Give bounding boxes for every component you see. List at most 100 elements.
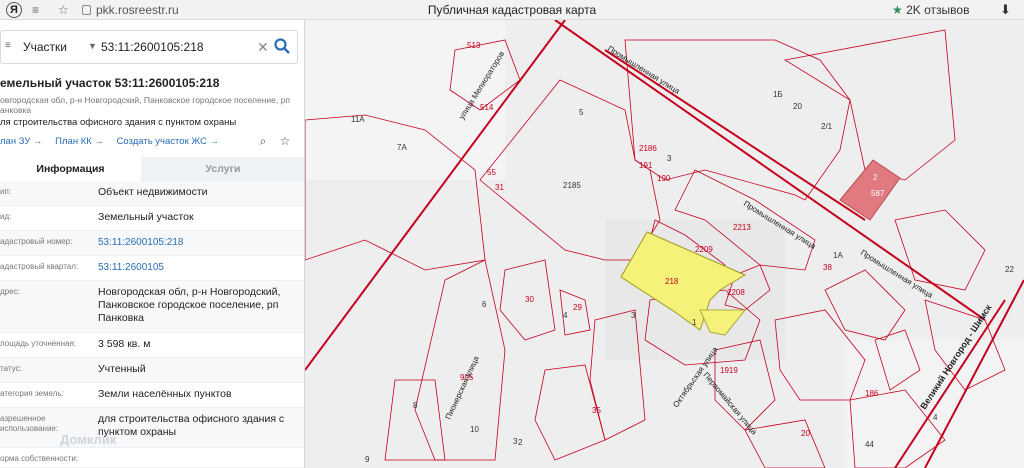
clear-icon[interactable]: ✕ xyxy=(257,39,269,56)
map-label: 55 xyxy=(487,168,496,177)
attribute-key: азрешенное использование: xyxy=(0,414,59,433)
map-label: 587 xyxy=(871,189,885,198)
info-panel: ≡ Участки ▼ ✕ емельный участок 53:11:260… xyxy=(0,20,305,468)
tab-information[interactable]: Информация xyxy=(0,157,141,181)
lock-icon xyxy=(82,5,91,15)
attribute-key: татус: xyxy=(0,364,22,373)
attribute-value[interactable]: 53:11:2600105 xyxy=(98,261,298,274)
search-category[interactable]: Участки xyxy=(23,31,67,63)
download-icon[interactable]: ⬇ xyxy=(1000,2,1011,18)
attribute-row: адастровый номер: 53:11:2600105:218 xyxy=(0,231,304,256)
reviews-text: 2K отзывов xyxy=(906,3,970,17)
watermark: Домклик xyxy=(60,432,117,447)
address-line: анковка xyxy=(0,105,32,115)
link-plan-kk[interactable]: План КК → xyxy=(55,136,104,147)
map-label: 3 xyxy=(631,311,636,320)
map-label: 9 xyxy=(365,455,370,464)
map-label: 20 xyxy=(801,429,810,438)
map-label: 29 xyxy=(573,303,582,312)
search-bar: ≡ Участки ▼ ✕ xyxy=(0,30,298,64)
map-label: 30 xyxy=(525,295,534,304)
map-label: 2185 xyxy=(563,181,581,190)
search-icon[interactable] xyxy=(273,37,291,55)
map-label: 1Б xyxy=(773,90,783,99)
yandex-logo-icon[interactable]: Я xyxy=(6,2,22,18)
map-label: 5 xyxy=(579,108,584,117)
tab-bar: Информация Услуги xyxy=(0,157,304,181)
attribute-row: азрешенное использование: для строительст… xyxy=(0,408,304,448)
address-line: овгородская обл, р-н Новгородский, Панко… xyxy=(0,95,290,105)
attribute-key: ид: xyxy=(0,212,12,221)
map-label: 10 xyxy=(470,425,479,434)
map-label: 4 xyxy=(933,413,938,422)
attribute-key: дрес: xyxy=(0,287,20,296)
parcel-title: емельный участок 53:11:2600105:218 xyxy=(0,76,220,90)
star-icon: ★ xyxy=(892,3,903,17)
document-search-icon[interactable]: ⌕ xyxy=(256,134,270,148)
map-canvas[interactable]: 513511А7А1Б202/1218521861911903221322092… xyxy=(305,20,1024,468)
attribute-row: атегория земель: Земли населённых пунктов xyxy=(0,383,304,408)
map-label: 38 xyxy=(823,263,832,272)
parcel-links: лан ЗУ → План КК → Создать участок ЖС → xyxy=(0,136,229,147)
map-label: 191 xyxy=(639,161,653,170)
map-label: 186 xyxy=(865,389,879,398)
tab-services[interactable]: Услуги xyxy=(141,157,304,181)
attribute-key: адастровый номер: xyxy=(0,237,73,246)
attribute-value: Учтенный xyxy=(98,363,146,375)
attribute-row: татус: Учтенный xyxy=(0,358,304,383)
map-label: 514 xyxy=(480,103,494,112)
map-label: 190 xyxy=(657,174,671,183)
map-label: 2186 xyxy=(639,144,657,153)
map-label: 218 xyxy=(665,277,679,286)
browser-toolbar: Я ≡ ☆ pkk.rosreestr.ru Публичная кадастр… xyxy=(0,0,1024,20)
map-label: 11А xyxy=(351,115,365,124)
map-label: 7А xyxy=(397,143,407,152)
attribute-value: Земельный участок xyxy=(98,211,194,223)
attribute-value[interactable]: 53:11:2600105:218 xyxy=(98,236,298,249)
search-input[interactable] xyxy=(101,38,251,56)
attribute-row: орма собственности: xyxy=(0,448,304,468)
map-label: 8 xyxy=(413,401,418,410)
attribute-value: 3 598 кв. м xyxy=(98,338,151,350)
attribute-row: адастровый квартал: 53:11:2600105 xyxy=(0,256,304,281)
parcel-address: овгородская обл, р-н Новгородский, Панко… xyxy=(0,95,290,115)
map-label: 2/1 xyxy=(821,122,833,131)
attribute-row: ид: Земельный участок xyxy=(0,206,304,231)
map-label: 44 xyxy=(865,440,874,449)
map-label: 35 xyxy=(592,406,601,415)
link-plan-zu[interactable]: лан ЗУ → xyxy=(0,136,43,147)
map-label: 2208 xyxy=(727,288,745,297)
parcel-purpose: ля строительства офисного здания с пункт… xyxy=(0,117,237,128)
attribute-key: атегория земель: xyxy=(0,389,64,398)
map-label: 31 xyxy=(495,183,504,192)
url-text: pkk.rosreestr.ru xyxy=(96,3,179,17)
map-label: 2213 xyxy=(733,223,751,232)
attribute-row: дрес: Новгородская обл, р-н Новгородский,… xyxy=(0,281,304,333)
attribute-value: Объект недвижимости xyxy=(98,186,208,198)
address-bar[interactable]: pkk.rosreestr.ru xyxy=(82,2,179,18)
attributes-list: ип: Объект недвижимости ид: Земельный участ… xyxy=(0,181,304,468)
attribute-value: Новгородская обл, р-н Новгородский, Панк… xyxy=(98,286,281,324)
map-label: 2209 xyxy=(695,245,713,254)
attribute-key: лощадь уточненная: xyxy=(0,339,77,348)
map-label: 2 xyxy=(518,438,523,447)
link-create-parcel[interactable]: Создать участок ЖС → xyxy=(117,136,219,147)
filter-icon[interactable]: ≡ xyxy=(5,40,11,51)
cadastral-map[interactable]: 513 5 11А 7А 1Б 20 2/1 2185 2186 191 190 3 2213 2209 2… xyxy=(305,20,1024,468)
map-label: 1 xyxy=(692,318,697,327)
attribute-key: адастровый квартал: xyxy=(0,262,79,271)
star-icon[interactable]: ☆ xyxy=(278,134,292,148)
bookmark-icon[interactable]: ☆ xyxy=(58,2,69,18)
reviews-badge[interactable]: ★ 2K отзывов xyxy=(892,2,969,18)
map-label: 4 xyxy=(563,311,568,320)
attribute-value: для строительства офисного здания с пунк… xyxy=(98,413,285,438)
attribute-value: Земли населённых пунктов xyxy=(98,388,232,400)
map-label: 22 xyxy=(1005,265,1014,274)
chevron-down-icon[interactable]: ▼ xyxy=(88,41,97,51)
map-label: 1А xyxy=(833,251,843,260)
map-label: 1919 xyxy=(720,366,738,375)
attribute-row: ип: Объект недвижимости xyxy=(0,181,304,206)
map-label: 2 xyxy=(873,173,878,182)
attribute-key: орма собственности: xyxy=(0,454,79,463)
menu-icon[interactable]: ≡ xyxy=(32,2,39,18)
